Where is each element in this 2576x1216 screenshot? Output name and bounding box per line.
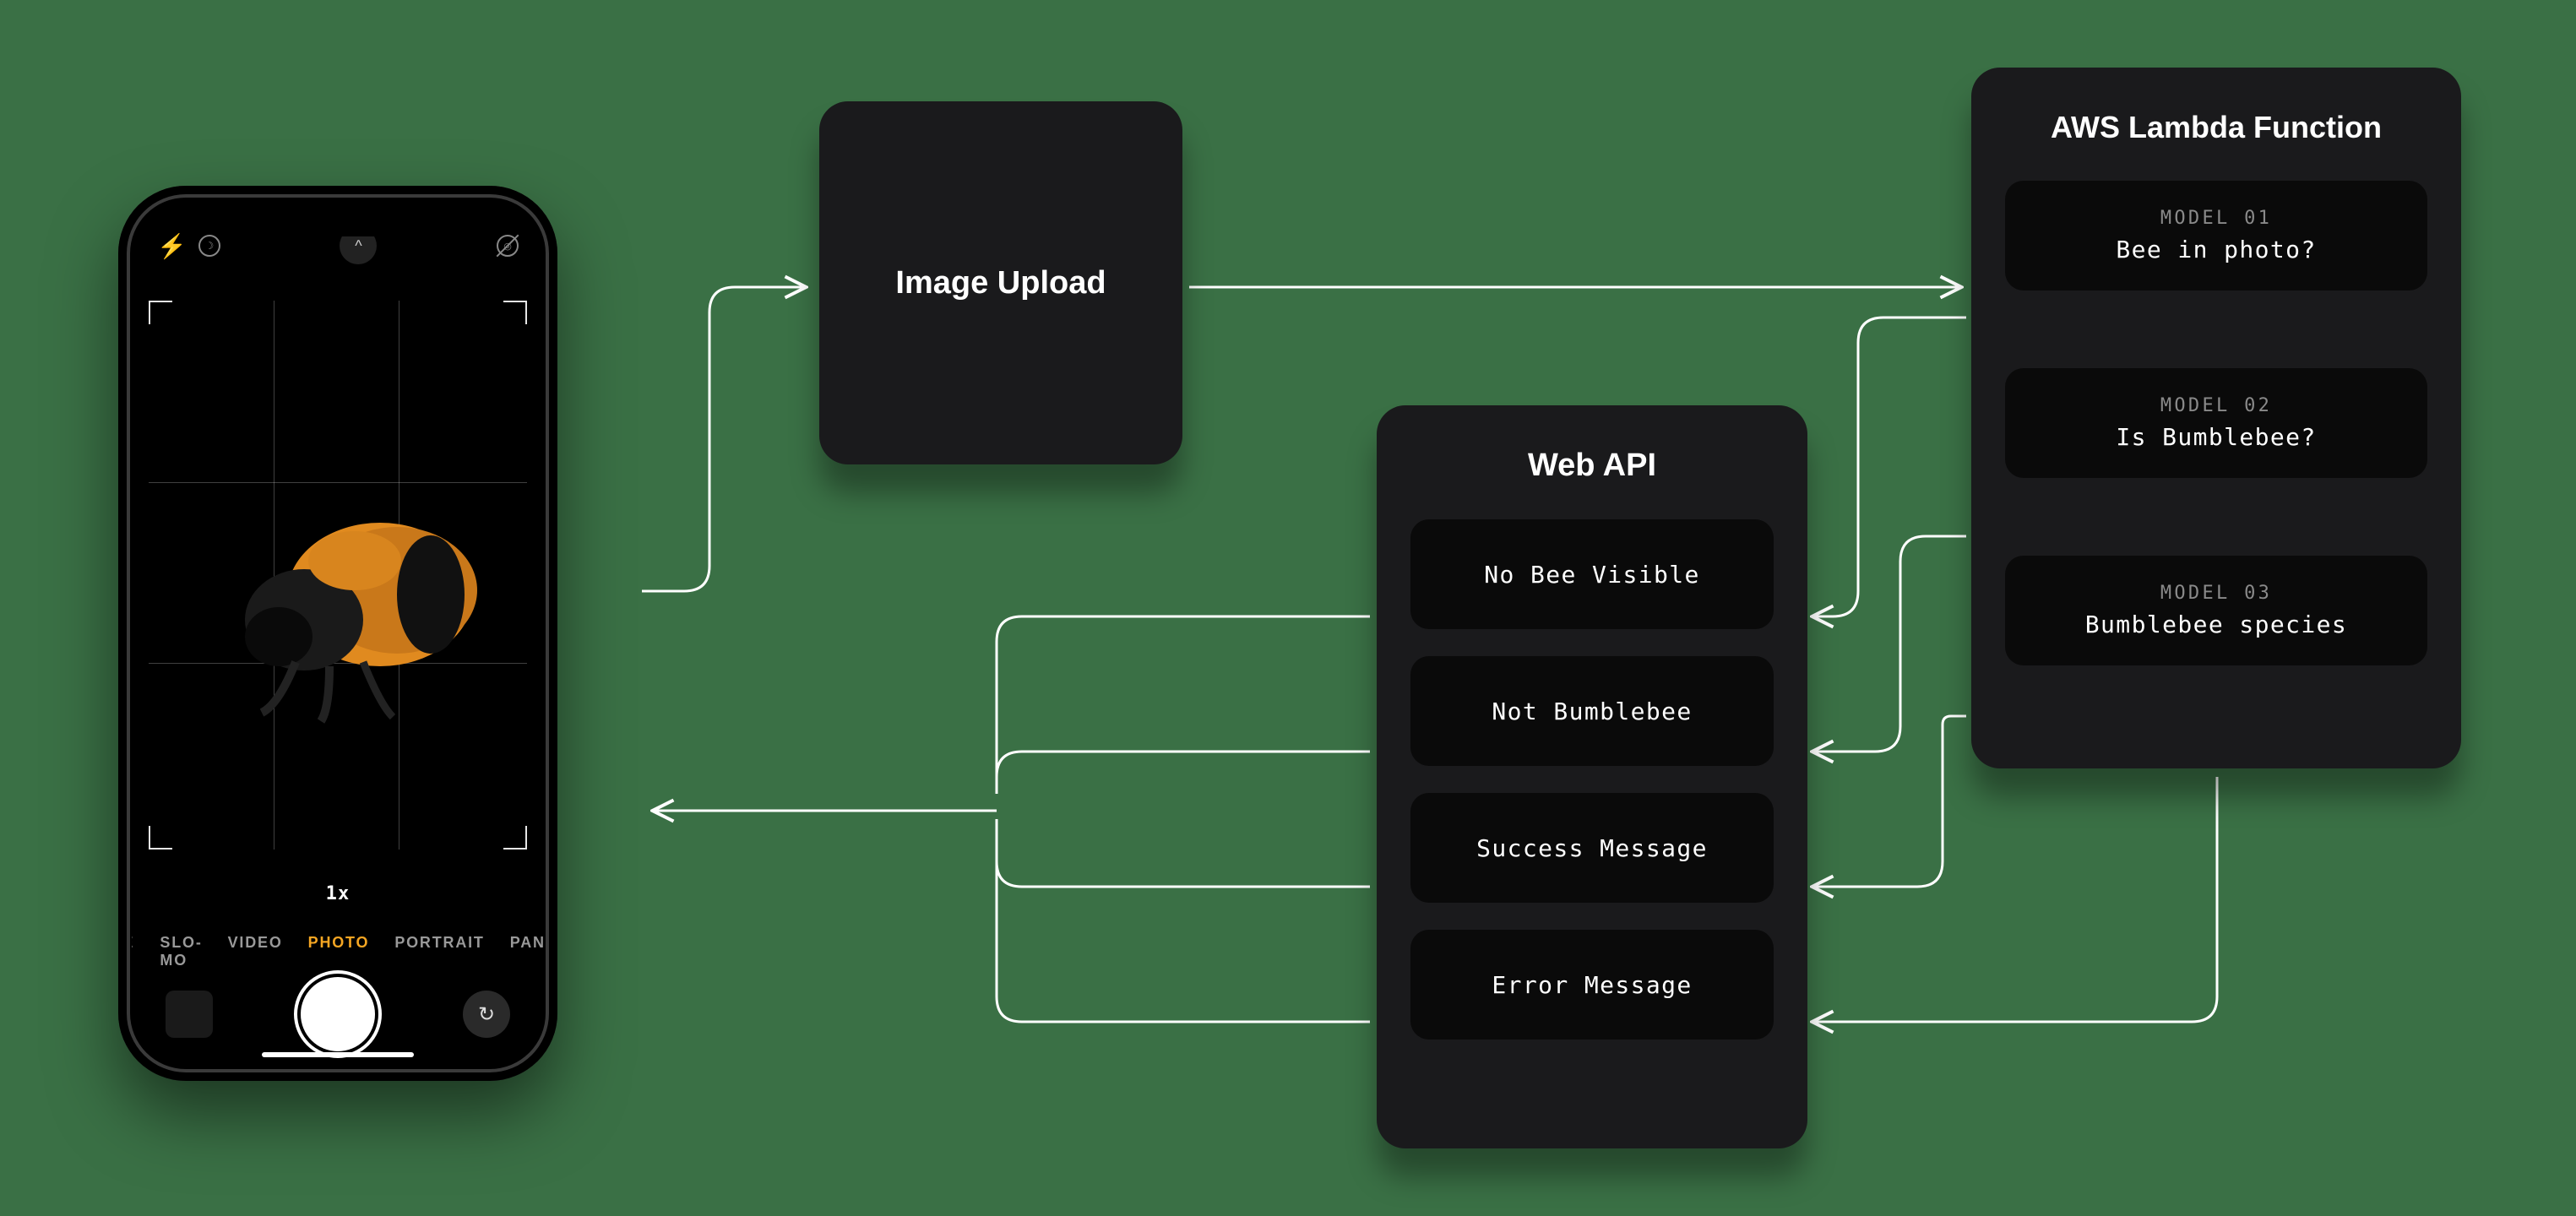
mode-photo: PHOTO [308, 934, 370, 969]
camera-switch-icon: ↻ [463, 991, 510, 1038]
camera-viewfinder [149, 301, 527, 850]
model-02: MODEL 02 Is Bumblebee? [2005, 368, 2427, 478]
model-03: MODEL 03 Bumblebee species [2005, 556, 2427, 665]
iphone-camera-mock: ⚡ ☽ ^ ◎ 1x [118, 186, 557, 1081]
lambda-panel: AWS Lambda Function MODEL 01 Bee in phot… [1971, 68, 2461, 768]
response-no-bee: No Bee Visible [1410, 519, 1774, 629]
camera-mode-strip: LAPSE SLO-MO VIDEO PHOTO PORTRAIT PANO [132, 934, 544, 969]
flash-icon: ⚡ [157, 232, 187, 260]
live-off-icon: ◎ [497, 235, 519, 257]
model-01: MODEL 01 Bee in photo? [2005, 181, 2427, 290]
web-api-title: Web API [1410, 448, 1774, 484]
image-upload-title: Image Upload [895, 265, 1106, 301]
web-api-panel: Web API No Bee Visible Not Bumblebee Suc… [1377, 405, 1807, 1148]
bee-subject [186, 468, 490, 738]
image-upload-node: Image Upload [819, 101, 1182, 464]
response-error: Error Message [1410, 930, 1774, 1040]
response-not-bumblebee: Not Bumblebee [1410, 656, 1774, 766]
night-mode-icon: ☽ [198, 235, 220, 257]
lambda-title: AWS Lambda Function [2005, 110, 2427, 145]
response-success: Success Message [1410, 793, 1774, 903]
phone-notch [258, 199, 418, 236]
zoom-indicator: 1x [326, 883, 351, 904]
mode-video: VIDEO [228, 934, 283, 969]
last-photo-thumbnail [166, 991, 213, 1038]
shutter-button[interactable] [301, 977, 375, 1051]
mode-portrait: PORTRAIT [394, 934, 484, 969]
mode-slomo: SLO-MO [160, 934, 202, 969]
home-indicator [262, 1052, 414, 1057]
mode-pano: PANO [510, 934, 544, 969]
mode-timelapse: LAPSE [132, 934, 134, 969]
